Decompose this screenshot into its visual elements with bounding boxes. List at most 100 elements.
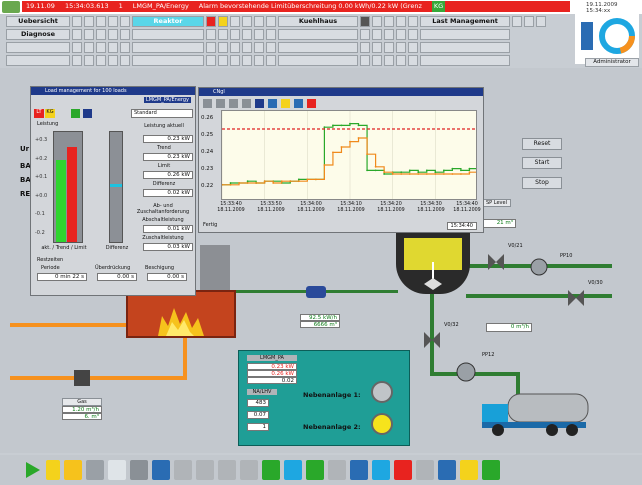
mode-select[interactable]: Standard	[131, 109, 193, 118]
stop-button[interactable]: Stop	[522, 177, 562, 189]
nav-uebersicht[interactable]: Uebersicht	[6, 16, 70, 27]
tool-icon[interactable]	[130, 460, 148, 480]
nav-slot[interactable]	[218, 29, 228, 40]
arrow-up-icon[interactable]	[196, 460, 214, 480]
folder-icon[interactable]	[64, 460, 82, 480]
tool-icon[interactable]	[284, 460, 302, 480]
play-icon[interactable]	[24, 460, 42, 480]
refresh-icon[interactable]	[262, 460, 280, 480]
nav-diagnose[interactable]: Diagnose	[6, 29, 70, 40]
alarm-bar[interactable]: 19.11.09 15:34:03.613 1 LMGM_PA/Energy A…	[22, 1, 570, 12]
info-icon[interactable]	[438, 460, 456, 480]
nav-slot[interactable]	[254, 55, 264, 66]
nav-slot[interactable]	[72, 29, 82, 40]
nav-alarm-indicator[interactable]	[206, 16, 216, 27]
nav-empty[interactable]	[420, 42, 510, 53]
nav-slot[interactable]	[230, 42, 240, 53]
nav-slot[interactable]	[96, 16, 106, 27]
nav-slot[interactable]	[108, 42, 118, 53]
nav-slot[interactable]	[218, 42, 228, 53]
nav-slot[interactable]	[108, 55, 118, 66]
nav-slot[interactable]	[96, 55, 106, 66]
nav-slot[interactable]	[266, 42, 276, 53]
pump-icon[interactable]	[456, 362, 476, 382]
nebenanlage-panel[interactable]: LMGM_PA 0.23 kW 0.26 kW 0.02 NA/LHV 483 …	[238, 350, 410, 446]
nav-empty[interactable]	[132, 42, 204, 53]
toolbar-icon[interactable]	[294, 99, 303, 108]
nav-slot[interactable]	[396, 42, 406, 53]
nav-slot[interactable]	[206, 55, 216, 66]
nav-slot[interactable]	[108, 16, 118, 27]
gas-valve-icon[interactable]	[70, 366, 94, 390]
nav-slot[interactable]	[84, 55, 94, 66]
tool-icon[interactable]	[46, 460, 60, 480]
alarm-list-icon[interactable]	[394, 460, 412, 480]
toolbar-icon[interactable]	[281, 99, 290, 108]
start-button[interactable]: Start	[522, 157, 562, 169]
nav-last-management[interactable]: Last Management	[420, 16, 510, 27]
nav-kuehlhaus[interactable]: Kuehlhaus	[278, 16, 358, 27]
nav-slot[interactable]	[206, 42, 216, 53]
nav-slot[interactable]	[242, 42, 252, 53]
status-red-badge[interactable]: LT	[34, 109, 44, 118]
nav-slot[interactable]	[536, 16, 546, 27]
toolbar-icon[interactable]	[203, 99, 212, 108]
arrow-right-icon[interactable]	[240, 460, 258, 480]
toolbar-icon[interactable]	[229, 99, 238, 108]
toolbar-icon[interactable]	[242, 99, 251, 108]
trend-icon[interactable]	[108, 460, 126, 480]
nav-slot[interactable]	[408, 29, 418, 40]
trend-chart-window[interactable]: CNgl 0.26 0.25 0.24 0.23 0.22 15:33:40 18…	[198, 87, 484, 233]
status-yellow-badge[interactable]: KG	[45, 109, 55, 118]
nav-slot[interactable]	[360, 29, 370, 40]
nav-slot[interactable]	[384, 16, 394, 27]
nav-empty[interactable]	[132, 55, 204, 66]
nav-empty[interactable]	[420, 29, 510, 40]
nav-empty[interactable]	[420, 55, 510, 66]
nav-slot[interactable]	[120, 55, 130, 66]
nav-slot[interactable]	[84, 16, 94, 27]
nav-slot[interactable]	[84, 29, 94, 40]
toolbar-icon[interactable]	[268, 99, 277, 108]
valve-icon[interactable]	[568, 290, 584, 306]
nav-slot[interactable]	[266, 55, 276, 66]
valve-icon[interactable]	[424, 332, 440, 348]
nav-slot[interactable]	[206, 29, 216, 40]
nav-slot[interactable]	[396, 16, 406, 27]
reset-button[interactable]: Reset	[522, 138, 562, 150]
nav-slot[interactable]	[360, 55, 370, 66]
nav-slot[interactable]	[524, 16, 534, 27]
acknowledge-icon[interactable]	[482, 460, 500, 480]
arrow-down-icon[interactable]	[218, 460, 236, 480]
nav-slot[interactable]	[372, 29, 382, 40]
toolbar-icon[interactable]	[255, 99, 264, 108]
load-management-window[interactable]: Load management for 100 loads LMGM_PA/En…	[30, 86, 196, 296]
nav-warning-indicator[interactable]	[218, 16, 228, 27]
nav-slot[interactable]	[96, 42, 106, 53]
toolbar-icon[interactable]	[71, 109, 80, 118]
nav-slot[interactable]	[254, 42, 264, 53]
nav-slot[interactable]	[120, 16, 130, 27]
nav-slot[interactable]	[242, 55, 252, 66]
nav-slot[interactable]	[396, 29, 406, 40]
tool-icon[interactable]	[152, 460, 170, 480]
nav-slot[interactable]	[372, 42, 382, 53]
nav-slot[interactable]	[512, 16, 522, 27]
valve-icon[interactable]	[488, 254, 504, 270]
print-icon[interactable]	[416, 460, 434, 480]
nav-dark-indicator[interactable]	[360, 16, 370, 27]
nav-slot[interactable]	[372, 55, 382, 66]
nav-slot[interactable]	[266, 29, 276, 40]
nav-slot[interactable]	[408, 16, 418, 27]
nav-slot[interactable]	[396, 55, 406, 66]
nav-empty[interactable]	[132, 29, 204, 40]
nav-slot[interactable]	[108, 29, 118, 40]
flowmeter-icon[interactable]	[306, 286, 326, 298]
nav-empty[interactable]	[278, 29, 358, 40]
toolbar-icon[interactable]	[216, 99, 225, 108]
toolbar-icon[interactable]	[83, 109, 92, 118]
nav-slot[interactable]	[242, 16, 252, 27]
nav-slot[interactable]	[218, 55, 228, 66]
nav-slot[interactable]	[372, 16, 382, 27]
nav-slot[interactable]	[384, 55, 394, 66]
